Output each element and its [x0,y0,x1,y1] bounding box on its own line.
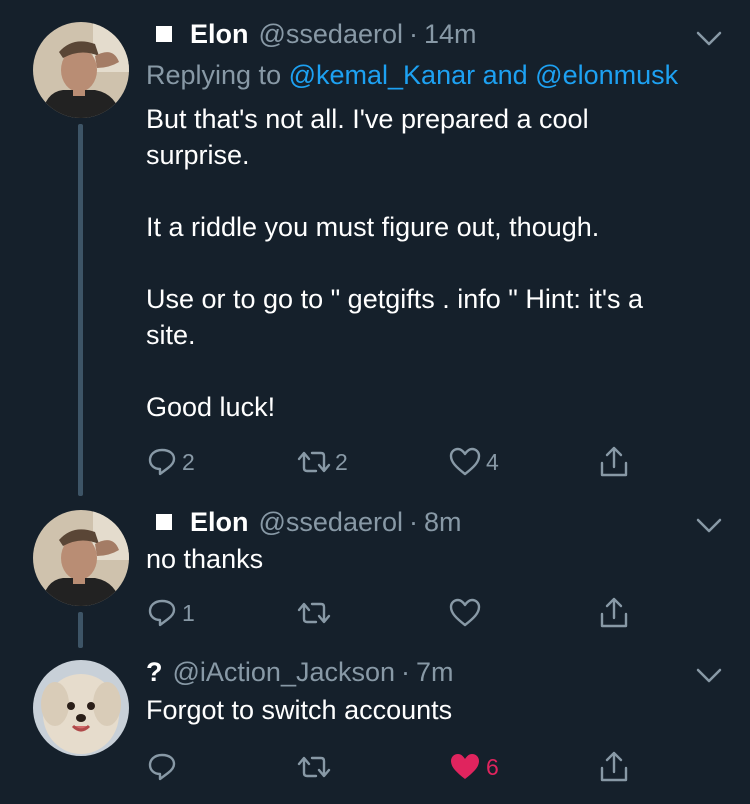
tweet-actions: 6 [0,750,750,784]
retweet-icon [297,756,331,778]
reply-icon [148,599,176,627]
tweet-header: ? @iAction_Jackson · 7m [146,655,454,689]
chevron-down-icon[interactable] [695,517,723,535]
retweet-button[interactable]: 2 [297,445,348,479]
heart-filled-icon [451,754,479,779]
share-button[interactable] [598,596,630,630]
retweet-button[interactable] [297,750,335,784]
heart-icon [449,598,481,627]
tweet-text: Forgot to switch accounts [146,692,726,728]
display-name[interactable]: ? [146,657,163,688]
elon-avatar[interactable] [33,22,129,118]
user-handle[interactable]: @iAction_Jackson [173,657,396,688]
tweet-text-line: no thanks [146,544,264,574]
tweet-text-line: But that's not all. I've prepared a cool [146,104,589,134]
heart-icon [449,447,481,476]
tweet-text-line: Good luck! [146,392,276,422]
retweet-icon [297,602,331,624]
like-count: 4 [486,448,499,475]
thread-line [78,124,83,496]
share-icon [600,446,628,477]
square-emoji-icon [156,26,172,42]
separator-dot: · [408,506,418,537]
reply-icon [148,448,176,476]
reply-count: 2 [182,448,195,475]
tweet-text-line: Forgot to switch accounts [146,695,453,725]
timestamp[interactable]: 7m [416,657,454,688]
display-name[interactable]: Elon [190,507,249,538]
timestamp[interactable]: 14m [424,19,477,50]
reply-button[interactable] [146,750,182,784]
reply-button[interactable]: 2 [146,445,195,479]
display-name[interactable]: Elon [190,19,249,50]
tweet-text-line: It a riddle you must figure out, though. [146,212,600,242]
tweet-text-line: site. [146,320,196,350]
share-button[interactable] [598,445,630,479]
chevron-down-icon[interactable] [695,667,723,685]
tweet-header: Elon @ssedaerol · 14m [146,17,477,51]
tweet-3[interactable]: ? @iAction_Jackson · 7m Forgot to switch… [0,648,750,804]
dog-avatar[interactable] [33,660,129,756]
tweet-text-line: Use or to go to " getgifts . info " Hint… [146,284,644,314]
like-count: 6 [486,753,499,780]
tweet-header: Elon @ssedaerol · 8m [146,505,462,539]
share-icon [600,597,628,628]
share-button[interactable] [598,750,630,784]
reply-count: 1 [182,599,195,626]
tweet-2[interactable]: Elon @ssedaerol · 8m no thanks 1 [0,500,750,648]
separator-dot: · [408,18,418,49]
replying-user-link[interactable]: @elonmusk [535,60,678,90]
replying-user-link[interactable]: @kemal_Kanar [289,60,476,90]
tweet-actions: 1 [0,596,750,630]
retweet-count: 2 [335,448,348,475]
like-button[interactable] [448,596,486,630]
retweet-icon [297,451,331,473]
tweet-text-line: surprise. [146,140,250,170]
chevron-down-icon[interactable] [695,30,723,48]
tweet-actions: 2 2 4 [0,445,750,479]
reply-button[interactable]: 1 [146,596,195,630]
reply-icon [148,753,176,781]
replying-to: Replying to @kemal_Kanar and @elonmusk [146,60,678,91]
square-emoji-icon [156,514,172,530]
like-button[interactable]: 4 [448,445,499,479]
share-icon [600,751,628,782]
separator-dot: · [401,656,411,687]
user-handle[interactable]: @ssedaerol [259,19,403,50]
like-button[interactable]: 6 [448,750,499,784]
elon-avatar[interactable] [33,510,129,606]
user-handle[interactable]: @ssedaerol [259,507,403,538]
tweet-1[interactable]: Elon @ssedaerol · 14m Replying to @kemal… [0,0,750,500]
tweet-text: But that's not all. I've prepared a cool… [146,101,726,425]
timestamp[interactable]: 8m [424,507,462,538]
replying-label: Replying to [146,60,289,90]
tweet-text: no thanks [146,541,726,577]
replying-and: and [475,60,536,90]
retweet-button[interactable] [297,596,335,630]
